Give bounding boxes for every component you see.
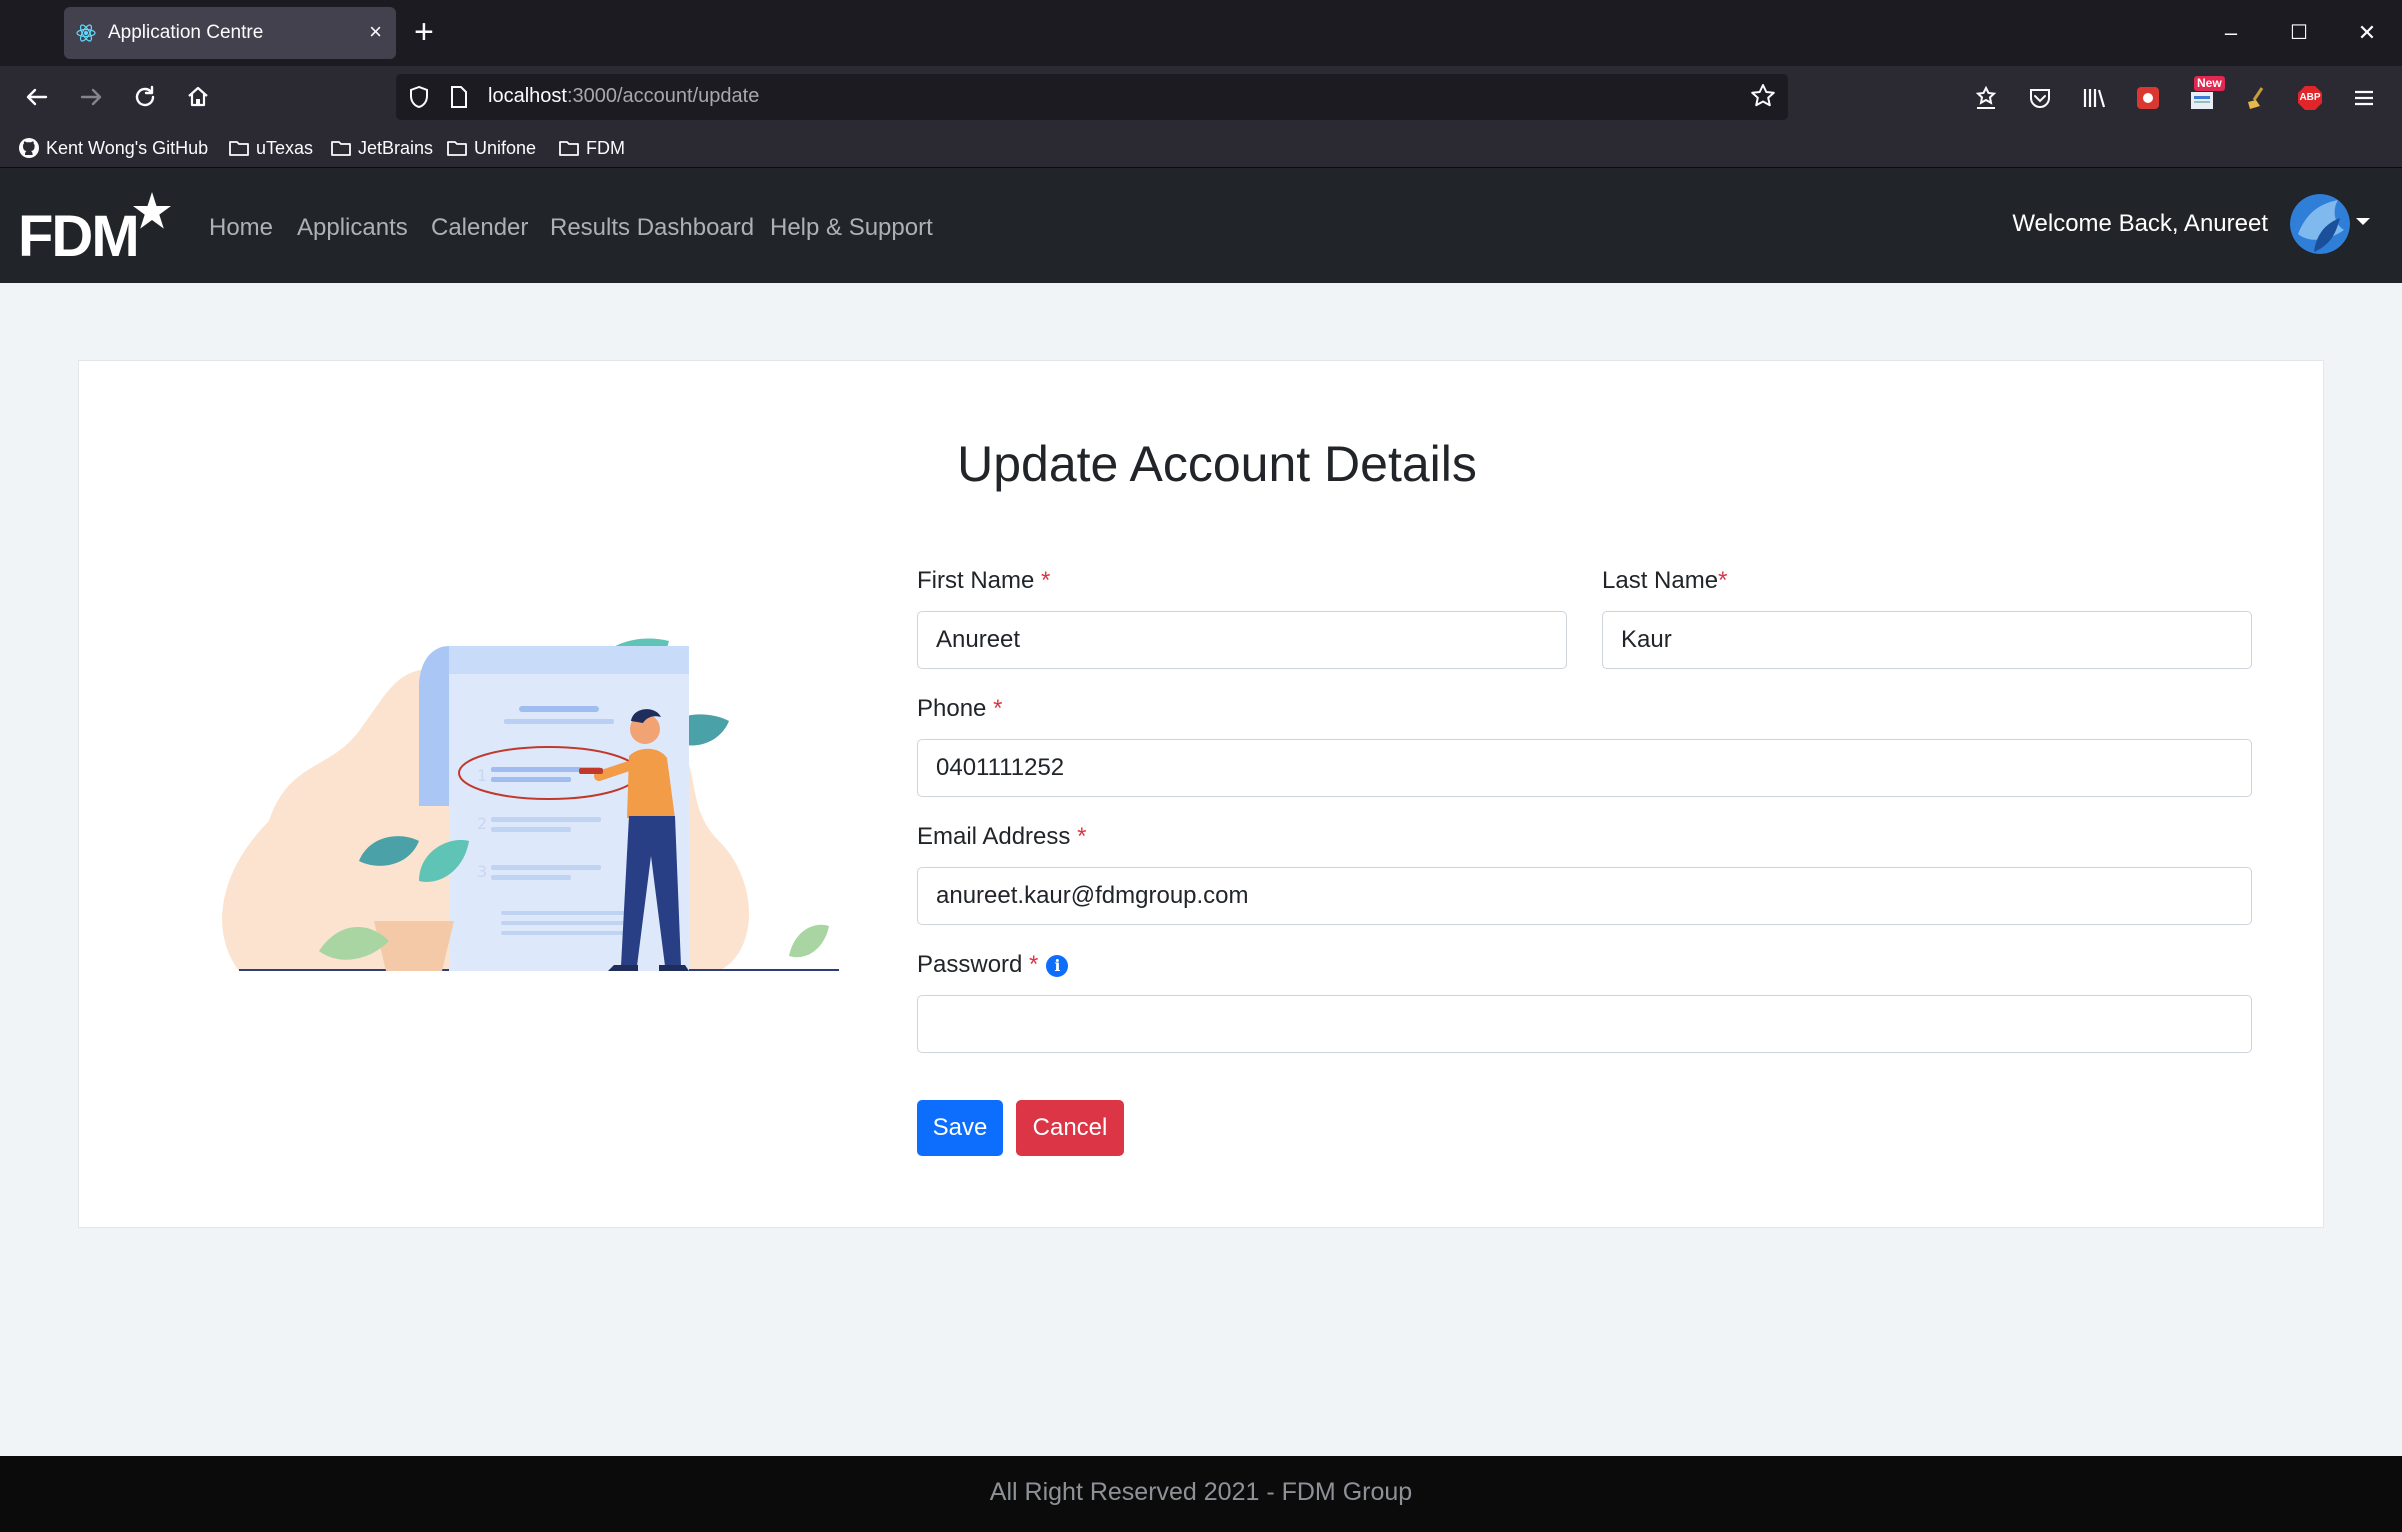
required-mark: *	[1077, 823, 1087, 850]
back-arrow-icon[interactable]	[22, 82, 52, 112]
folder-icon	[559, 141, 579, 156]
star-icon	[133, 192, 171, 229]
forward-arrow-icon[interactable]	[76, 82, 106, 112]
red-extension-icon[interactable]	[2134, 84, 2162, 112]
folder-icon	[229, 141, 249, 156]
adblock-plus-icon[interactable]: ABP	[2296, 84, 2324, 112]
fdm-logo[interactable]: FDM	[18, 190, 178, 269]
required-mark: *	[1718, 567, 1728, 594]
last-name-input[interactable]: Kaur	[1602, 611, 2252, 669]
phone-input[interactable]: 0401111252	[917, 739, 2252, 797]
save-to-pocket-list-icon[interactable]	[1972, 84, 2000, 112]
avatar[interactable]	[2290, 194, 2350, 254]
bookmark-jetbrains[interactable]: JetBrains	[330, 136, 433, 160]
bookmark-label: Unifone	[474, 137, 537, 158]
bookmark-label: Kent Wong's GitHub	[46, 137, 209, 158]
tab-title: Application Centre	[108, 22, 264, 43]
nav-help-support[interactable]: Help & Support	[770, 214, 933, 242]
bookmark-star-icon[interactable]	[1750, 83, 1776, 109]
hamburger-menu-icon[interactable]	[2350, 84, 2378, 112]
close-window-button[interactable]: ✕	[2352, 18, 2382, 48]
react-icon	[76, 24, 96, 42]
password-label: Password * i	[917, 951, 1069, 979]
shield-icon[interactable]	[408, 85, 430, 109]
close-tab-icon[interactable]: ×	[369, 19, 382, 45]
bookmark-label: JetBrains	[358, 137, 434, 158]
update-account-card: Update Account Details 1 2 3 First Name …	[78, 360, 2324, 1228]
page-icon	[451, 86, 467, 108]
bookmark-github[interactable]: Kent Wong's GitHub	[18, 136, 208, 160]
password-input[interactable]	[917, 995, 2252, 1053]
svg-text:3: 3	[477, 862, 487, 881]
email-input[interactable]: anureet.kaur@fdmgroup.com	[917, 867, 2252, 925]
abp-label: ABP	[2299, 92, 2321, 103]
nav-applicants[interactable]: Applicants	[297, 214, 408, 242]
svg-text:1: 1	[477, 766, 487, 785]
email-label: Email Address *	[917, 823, 1087, 850]
document-illustration: 1 2 3	[222, 638, 839, 971]
required-mark: *	[1029, 951, 1039, 978]
bookmark-label: FDM	[586, 137, 625, 158]
browser-tab[interactable]: Application Centre ×	[64, 7, 396, 59]
required-mark: *	[1041, 567, 1051, 594]
folder-icon	[447, 141, 467, 156]
app-navbar: FDM Home Applicants Calender Results Das…	[0, 168, 2402, 283]
browser-tab-bar: Application Centre × + – ☐ ✕	[0, 0, 2402, 66]
welcome-text: Welcome Back, Anureet	[2012, 210, 2268, 237]
nav-home[interactable]: Home	[209, 214, 273, 242]
maximize-window-button[interactable]: ☐	[2284, 18, 2314, 48]
svg-text:2: 2	[477, 814, 487, 833]
required-mark: *	[993, 695, 1003, 722]
bookmark-fdm[interactable]: FDM	[558, 136, 625, 160]
library-icon[interactable]	[2080, 84, 2108, 112]
folder-icon	[331, 141, 351, 156]
url-text[interactable]: localhost:3000/account/update	[488, 85, 759, 108]
new-badge: New	[2194, 76, 2225, 91]
phone-label: Phone *	[917, 695, 1003, 722]
cancel-button[interactable]: Cancel	[1016, 1100, 1124, 1156]
page-title: Update Account Details	[957, 436, 1477, 492]
broom-extension-icon[interactable]	[2242, 84, 2270, 112]
news-extension-icon[interactable]: New	[2188, 76, 2225, 112]
browser-toolbar: localhost:3000/account/update New ABP	[0, 66, 2402, 128]
footer-text: All Right Reserved 2021 - FDM Group	[989, 1478, 1413, 1506]
bookmarks-bar: Kent Wong's GitHub uTexas JetBrains Unif…	[0, 128, 2402, 168]
logo-text: FDM	[18, 204, 140, 269]
bookmark-unifone[interactable]: Unifone	[446, 136, 536, 160]
first-name-input[interactable]: Anureet	[917, 611, 1567, 669]
github-icon	[19, 138, 39, 158]
new-tab-button[interactable]: +	[414, 14, 434, 50]
minimize-window-button[interactable]: –	[2216, 18, 2246, 48]
reload-icon[interactable]	[130, 82, 160, 112]
home-icon[interactable]	[183, 82, 213, 112]
nav-results-dashboard[interactable]: Results Dashboard	[550, 214, 754, 242]
last-name-label: Last Name*	[1602, 567, 1728, 594]
save-button[interactable]: Save	[917, 1100, 1003, 1156]
chevron-down-icon[interactable]	[2356, 218, 2370, 225]
user-avatar-image	[2290, 194, 2350, 254]
pocket-icon[interactable]	[2026, 84, 2054, 112]
bookmark-label: uTexas	[256, 137, 314, 158]
info-icon[interactable]: i	[1046, 955, 1069, 977]
nav-calender[interactable]: Calender	[431, 214, 528, 242]
page-footer: All Right Reserved 2021 - FDM Group	[0, 1456, 2402, 1532]
bookmark-utexas[interactable]: uTexas	[228, 136, 313, 160]
address-bar[interactable]: localhost:3000/account/update	[396, 74, 1788, 120]
first-name-label: First Name *	[917, 567, 1051, 594]
